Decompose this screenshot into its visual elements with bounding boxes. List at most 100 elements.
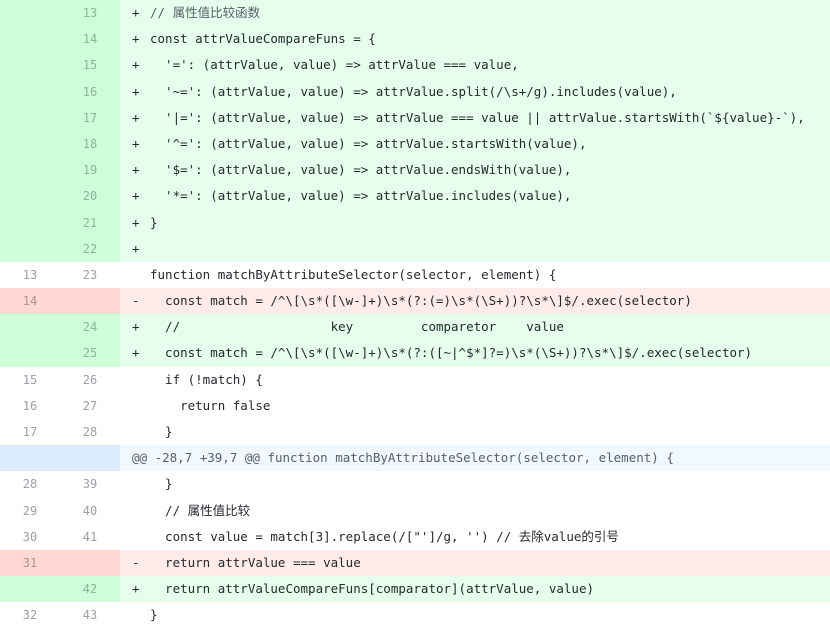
new-line-number[interactable]: 22 [60, 235, 120, 262]
old-line-number[interactable] [0, 209, 60, 236]
new-line-number[interactable]: 23 [60, 261, 120, 289]
new-line-number[interactable]: 40 [60, 497, 120, 524]
new-line-number[interactable]: 15 [60, 52, 120, 79]
diff-line: 15 + '=': (attrValue, value) => attrValu… [0, 52, 830, 79]
new-line-number[interactable]: 27 [60, 392, 120, 419]
code-line: + '~=': (attrValue, value) => attrValue.… [120, 78, 830, 105]
new-line-number[interactable]: 14 [60, 26, 120, 53]
new-line-number[interactable]: 20 [60, 183, 120, 210]
old-line-number[interactable]: 31 [0, 549, 60, 577]
old-line-number[interactable]: 29 [0, 497, 60, 524]
old-line-number[interactable] [0, 104, 60, 131]
diff-marker: + [132, 188, 140, 204]
diff-marker: + [132, 162, 140, 178]
old-line-number[interactable] [0, 314, 60, 341]
code-text: function matchByAttributeSelector(select… [150, 266, 557, 282]
diff-line: 42 + return attrValueCompareFuns[compara… [0, 576, 830, 603]
diff-line: 14 + const attrValueCompareFuns = { [0, 26, 830, 53]
old-line-number[interactable]: 16 [0, 392, 60, 419]
old-line-number[interactable]: 14 [0, 288, 60, 315]
diff-marker: - [132, 554, 140, 570]
code-line: } [120, 419, 830, 446]
old-line-number[interactable] [0, 157, 60, 184]
code-text: // 属性值比较函数 [150, 5, 261, 20]
diff-line: 15 26 if (!match) { [0, 366, 830, 393]
diff-marker: + [132, 109, 140, 125]
diff-marker [132, 498, 150, 524]
diff-line: 32 43 } [0, 602, 830, 629]
new-line-number[interactable]: 42 [60, 576, 120, 603]
old-line-number[interactable]: 13 [0, 261, 60, 289]
diff-marker: + [132, 240, 140, 256]
diff-line: 28 39 } [0, 471, 830, 498]
diff-view: 13 + // 属性值比较函数 14 + const attrValueCompar… [0, 0, 830, 629]
code-line: return false [120, 392, 830, 419]
new-line-number[interactable]: 39 [60, 471, 120, 498]
code-text: '$=': (attrValue, value) => attrValue.en… [150, 162, 572, 178]
diff-marker: + [132, 214, 140, 230]
old-line-number[interactable] [0, 130, 60, 158]
code-text: return attrValueCompareFuns[comparator](… [150, 581, 595, 597]
old-line-number[interactable] [0, 183, 60, 210]
old-line-number[interactable]: 28 [0, 471, 60, 498]
code-line: function matchByAttributeSelector(select… [120, 261, 830, 289]
code-line: + // 属性值比较函数 [120, 0, 830, 27]
old-line-number[interactable] [0, 235, 60, 262]
code-text: // 属性值比较 [150, 502, 251, 518]
old-line-number[interactable] [0, 576, 60, 603]
new-line-number[interactable]: 16 [60, 78, 120, 105]
old-line-number[interactable] [0, 78, 60, 105]
diff-marker: + [132, 581, 140, 597]
new-line-number[interactable]: 43 [60, 602, 120, 629]
new-line-number[interactable]: 24 [60, 314, 120, 341]
code-line: // 属性值比较 [120, 497, 830, 524]
new-line-number[interactable]: 17 [60, 104, 120, 131]
diff-marker: + [132, 5, 140, 20]
old-line-number[interactable] [0, 52, 60, 79]
diff-line: 21 +} [0, 209, 830, 236]
new-line-number[interactable]: 19 [60, 157, 120, 184]
code-line: + const match = /^\[\s*([\w-]+)\s*(?:([~… [120, 340, 830, 367]
diff-marker [132, 367, 150, 393]
diff-line: 17 + '|=': (attrValue, value) => attrVal… [0, 104, 830, 131]
code-line: + return attrValueCompareFuns[comparator… [120, 576, 830, 603]
old-line-number[interactable] [0, 340, 60, 367]
code-line: + [120, 235, 830, 262]
code-line: + '|=': (attrValue, value) => attrValue … [120, 104, 830, 131]
diff-marker: + [132, 31, 140, 47]
expand-lines-button[interactable] [0, 445, 120, 492]
old-line-number[interactable]: 32 [0, 602, 60, 629]
new-line-number[interactable]: 26 [60, 366, 120, 393]
new-line-number[interactable] [60, 549, 120, 577]
old-line-number[interactable]: 30 [0, 523, 60, 550]
code-text: // key comparetor value [150, 319, 564, 335]
code-text: const value = match[3].replace(/["']/g, … [150, 528, 619, 544]
code-line: - const match = /^\[\s*([\w-]+)\s*(?:(=)… [120, 288, 830, 315]
diff-line: 30 41 const value = match[3].replace(/["… [0, 523, 830, 550]
old-line-number[interactable]: 17 [0, 419, 60, 446]
diff-line: 29 40 // 属性值比较 [0, 497, 830, 524]
diff-marker: - [132, 293, 140, 309]
code-text: const match = /^\[\s*([\w-]+)\s*(?:([~|^… [150, 345, 753, 361]
code-text: return attrValue === value [150, 554, 361, 570]
new-line-number[interactable]: 28 [60, 419, 120, 446]
code-line: +} [120, 209, 830, 236]
code-text: '=': (attrValue, value) => attrValue ===… [150, 57, 519, 73]
new-line-number[interactable]: 21 [60, 209, 120, 236]
code-text: if (!match) { [150, 371, 263, 387]
old-line-number[interactable]: 15 [0, 366, 60, 393]
new-line-number[interactable] [60, 288, 120, 315]
new-line-number[interactable]: 25 [60, 340, 120, 367]
new-line-number[interactable]: 18 [60, 130, 120, 158]
code-text: const attrValueCompareFuns = { [150, 31, 376, 47]
code-line: if (!match) { [120, 366, 830, 393]
diff-marker [132, 262, 150, 288]
old-line-number[interactable] [0, 26, 60, 53]
new-line-number[interactable]: 13 [60, 0, 120, 27]
diff-line: 18 + '^=': (attrValue, value) => attrVal… [0, 130, 830, 158]
new-line-number[interactable]: 41 [60, 523, 120, 550]
diff-line: 20 + '*=': (attrValue, value) => attrVal… [0, 183, 830, 210]
old-line-number[interactable] [0, 0, 60, 27]
diff-marker: + [132, 57, 140, 73]
diff-line: 14 - const match = /^\[\s*([\w-]+)\s*(?:… [0, 288, 830, 315]
